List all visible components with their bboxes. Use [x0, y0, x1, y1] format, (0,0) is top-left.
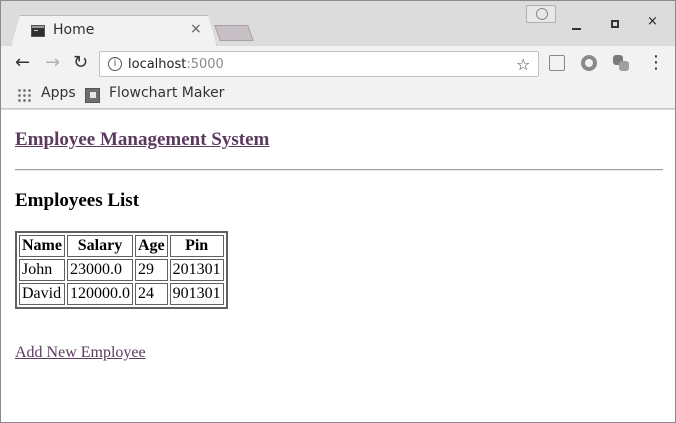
cell-age: 24 [134, 283, 168, 305]
info-icon[interactable]: i [108, 57, 122, 71]
cell-pin: 201301 [169, 259, 224, 281]
cell-name: John [19, 259, 65, 281]
column-header-age: Age [134, 235, 168, 257]
tab-strip: Home × × [1, 1, 675, 46]
cell-name: David [19, 283, 65, 305]
horizontal-rule [15, 169, 663, 171]
url-port: :5000 [186, 57, 224, 72]
tab-title: Home [53, 22, 95, 38]
add-new-employee-link[interactable]: Add New Employee [15, 344, 146, 362]
reload-icon[interactable]: ↻ [73, 52, 88, 73]
employees-table: Name Salary Age Pin John 23000.0 29 2013… [15, 231, 228, 309]
bookmark-apps[interactable]: Apps [41, 85, 76, 101]
minimize-icon[interactable] [572, 28, 581, 30]
page-content: Employee Management System Employees Lis… [1, 110, 675, 422]
cell-salary: 120000.0 [66, 283, 133, 305]
cell-pin: 901301 [169, 283, 224, 305]
employees-list-heading: Employees List [15, 190, 140, 211]
maximize-icon[interactable] [611, 20, 619, 28]
browser-menu-icon[interactable]: ⋮ [647, 52, 665, 73]
browser-toolbar: ← → ↻ i localhost:5000 ☆ ⋮ [1, 46, 675, 80]
apps-grid-icon[interactable] [17, 88, 31, 102]
column-header-name: Name [19, 235, 65, 257]
browser-window: Home × × ← → ↻ i localhost:5000 ☆ ⋮ Apps… [0, 0, 676, 423]
table-row: John 23000.0 29 201301 [19, 259, 224, 281]
address-bar[interactable]: i localhost:5000 ☆ [99, 51, 539, 77]
table-row: David 120000.0 24 901301 [19, 283, 224, 305]
tab-close-icon[interactable]: × [190, 21, 202, 37]
extension-grammar-icon[interactable] [581, 55, 597, 71]
bookmark-flowchart-maker[interactable]: Flowchart Maker [109, 85, 224, 101]
url-text[interactable]: localhost:5000 [128, 57, 224, 72]
window-close-icon[interactable]: × [647, 14, 658, 29]
cell-salary: 23000.0 [66, 259, 133, 281]
profile-button[interactable] [526, 5, 556, 23]
person-icon [536, 8, 548, 20]
extension-download-icon[interactable] [549, 55, 565, 71]
back-arrow-icon[interactable]: ← [15, 52, 30, 73]
site-title-link[interactable]: Employee Management System [15, 129, 269, 151]
column-header-pin: Pin [169, 235, 224, 257]
bookmark-star-icon[interactable]: ☆ [516, 55, 530, 74]
terminal-favicon-icon [31, 25, 45, 37]
extension-python-icon[interactable] [613, 55, 629, 71]
flowchart-icon[interactable] [85, 88, 100, 103]
cell-age: 29 [134, 259, 168, 281]
forward-arrow-icon[interactable]: → [45, 52, 60, 73]
tab-home-content[interactable]: Home × [11, 15, 217, 47]
url-host: localhost [128, 57, 187, 72]
new-tab-button[interactable] [214, 25, 254, 41]
bookmarks-bar: Apps Flowchart Maker [1, 80, 675, 109]
table-header-row: Name Salary Age Pin [19, 235, 224, 257]
column-header-salary: Salary [66, 235, 133, 257]
